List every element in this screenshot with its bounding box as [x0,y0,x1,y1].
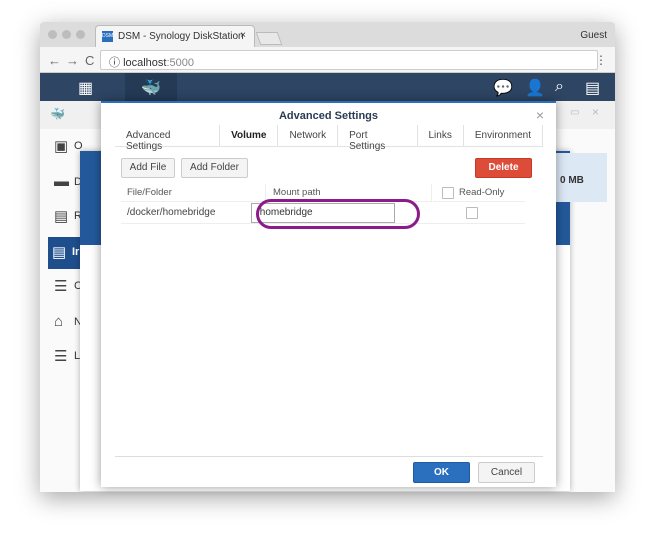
tab-port-settings[interactable]: Port Settings [338,125,418,152]
chat-icon[interactable]: 💬 [493,78,513,98]
tab-links[interactable]: Links [418,125,464,146]
highlight-annotation [256,199,420,229]
tab-advanced-settings[interactable]: Advanced Settings [115,125,221,152]
overview-icon: ▣ [54,138,69,155]
network-icon: ⌂ [54,313,64,330]
close-tab-icon[interactable]: × [240,30,246,41]
log-icon: ☰ [54,348,68,365]
main-menu-button[interactable]: ▦ [58,73,110,101]
docker-icon: 🐳 [141,80,161,97]
restore-icon[interactable]: ▭ [570,107,579,118]
tab-bar: DSM DSM - Synology DiskStation × Guest [40,22,615,47]
info-icon: ⓘ [109,57,124,69]
url-port: :5000 [166,57,195,69]
add-file-button[interactable]: Add File [121,158,175,178]
new-tab-button[interactable] [255,32,283,45]
close-window-button[interactable] [48,30,57,39]
reload-icon[interactable]: C [85,53,94,68]
size-summary: 0 MB [556,153,607,202]
delete-button[interactable]: Delete [475,158,532,178]
tab-volume[interactable]: Volume [220,125,279,146]
url-input[interactable]: ⓘ localhost:5000 [100,50,598,70]
container-icon: ☰ [54,278,68,295]
read-only-checkbox[interactable] [466,207,478,219]
maximize-window-button[interactable] [76,30,85,39]
column-header-read-only: Read-Only [433,184,525,202]
minimize-window-button[interactable] [62,30,71,39]
dialog-close-icon[interactable]: × [536,107,544,123]
dialog-title: Advanced Settings [278,110,379,122]
column-header-file[interactable]: File/Folder [121,184,266,202]
tab-title: DSM - Synology DiskStation [118,31,244,42]
forward-icon[interactable]: → [66,53,79,68]
tab-environment[interactable]: Environment [464,125,543,146]
docker-app-icon: 🐳 [50,107,65,121]
tab-network[interactable]: Network [278,125,339,146]
registry-icon: ▤ [54,208,69,225]
cancel-button[interactable]: Cancel [478,462,535,483]
browser-tab[interactable]: DSM DSM - Synology DiskStation × [95,25,255,47]
file-cell: /docker/homebridge [127,207,216,218]
profile-name[interactable]: Guest [580,30,607,41]
add-folder-button[interactable]: Add Folder [181,158,248,178]
advanced-settings-dialog: Advanced Settings × Advanced Settings Vo… [101,101,556,487]
browser-menu-icon[interactable]: ⋮ [595,53,607,67]
address-bar-row: ← → C ⓘ localhost:5000 ⋮ [40,47,615,73]
image-icon: ▤ [52,244,67,261]
ok-button[interactable]: OK [413,462,470,483]
dsm-favicon-icon: DSM [102,31,113,42]
read-only-all-checkbox[interactable] [442,187,454,199]
main-menu-icon: ▦ [78,80,94,97]
user-icon[interactable]: 👤 [525,78,545,98]
back-icon[interactable]: ← [48,53,61,68]
widgets-icon[interactable]: ▤ [585,78,600,98]
footer-divider [115,456,543,457]
search-icon[interactable]: ⌕ [555,78,564,96]
dialog-tabs: Advanced Settings Volume Network Port Se… [115,125,543,152]
docker-taskbar-button[interactable]: 🐳 [125,73,177,101]
app-close-icon[interactable]: × [592,105,599,119]
url-host: localhost [123,57,167,69]
dsm-icon: ▬ [54,173,69,190]
dsm-taskbar: ▦ 🐳 💬 👤 ⌕ ▤ [40,73,615,101]
